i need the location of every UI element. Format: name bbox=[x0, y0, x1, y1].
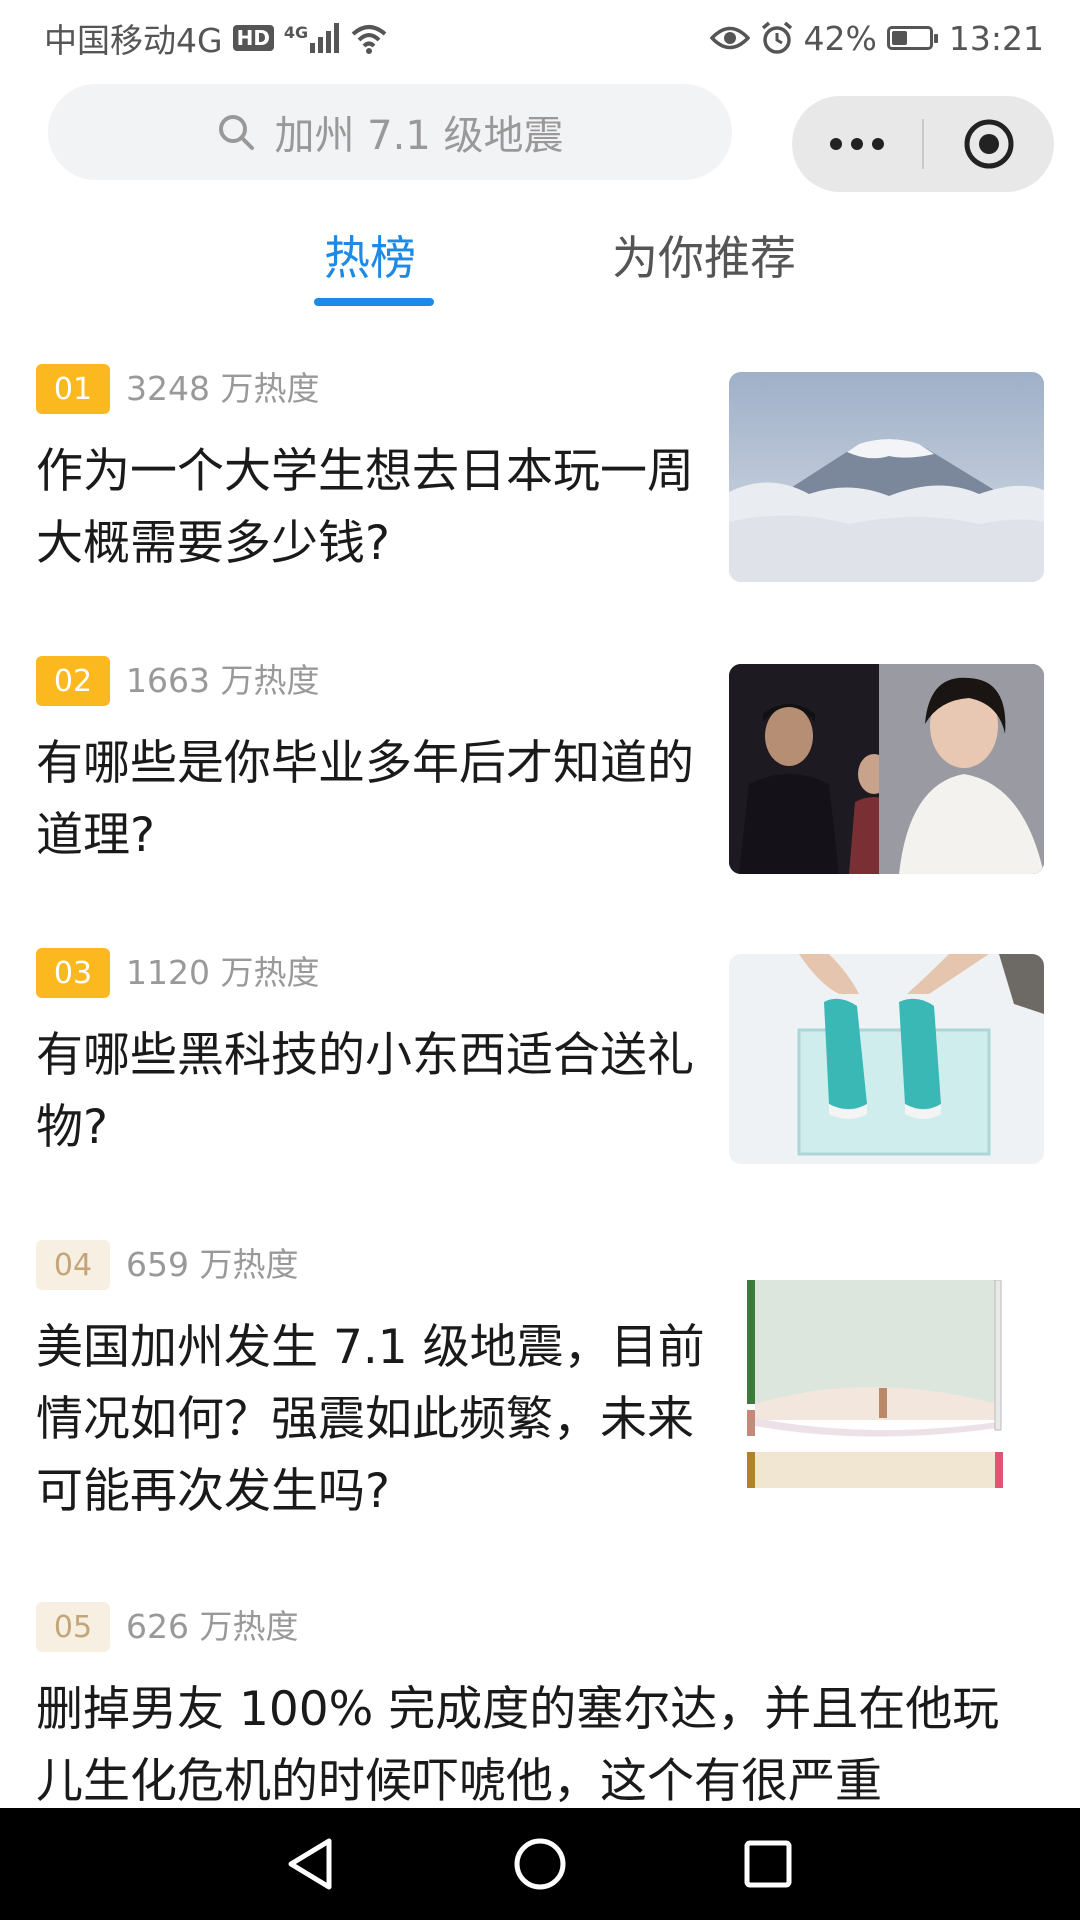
rank-badge: 01 bbox=[36, 364, 110, 414]
item-title: 有哪些黑科技的小东西适合送礼物? bbox=[36, 1028, 694, 1155]
status-left: 中国移动4G HD 4G bbox=[44, 14, 389, 62]
tab-active-indicator bbox=[314, 298, 434, 306]
item-title: 美国加州发生 7.1 级地震，目前情况如何？强震如此频繁，未来可能再次发生吗? bbox=[36, 1320, 705, 1519]
search-input[interactable]: 加州 7.1 级地震 bbox=[48, 84, 732, 180]
heat-count: 659 万热度 bbox=[126, 1245, 299, 1284]
network-label: 4G bbox=[283, 23, 309, 42]
search-placeholder: 加州 7.1 级地震 bbox=[274, 113, 564, 159]
battery-icon bbox=[886, 26, 938, 50]
heat-count: 626 万热度 bbox=[126, 1607, 299, 1646]
heat-count: 1120 万热度 bbox=[126, 953, 320, 992]
alarm-icon bbox=[761, 21, 792, 54]
heat-count: 1663 万热度 bbox=[126, 661, 320, 700]
rank-badge: 03 bbox=[36, 948, 110, 998]
item-title: 删掉男友 100% 完成度的塞尔达，并且在他玩儿生化危机的时候吓唬他，这个有很严… bbox=[36, 1682, 1000, 1809]
heat-count: 3248 万热度 bbox=[126, 369, 320, 408]
battery-percent: 42% bbox=[803, 18, 877, 58]
signal-icon: 4G bbox=[283, 23, 340, 53]
hd-badge: HD bbox=[232, 25, 274, 51]
status-bar: 中国移动4G HD 4G 42% 13:21 bbox=[0, 0, 1080, 76]
tab-recommend[interactable]: 为你推荐 bbox=[612, 222, 796, 288]
status-right: 42% 13:21 bbox=[709, 18, 1044, 58]
clock: 13:21 bbox=[948, 18, 1044, 58]
tab-hot-list[interactable]: 热榜 bbox=[324, 222, 416, 288]
search-icon bbox=[219, 115, 255, 150]
back-triangle-icon[interactable] bbox=[270, 1808, 350, 1920]
item-title: 有哪些是你毕业多年后才知道的道理? bbox=[36, 736, 694, 863]
sneakers-water-image bbox=[729, 954, 1044, 1164]
target-circle-icon[interactable] bbox=[924, 118, 1054, 170]
rank-badge: 05 bbox=[36, 1602, 110, 1652]
more-dots-icon[interactable] bbox=[792, 138, 922, 150]
home-circle-icon[interactable] bbox=[500, 1808, 580, 1920]
sankey-diagram-image bbox=[729, 1280, 1044, 1490]
mount-fuji-image bbox=[729, 372, 1044, 582]
rank-badge: 04 bbox=[36, 1240, 110, 1290]
wifi-icon bbox=[351, 25, 387, 54]
item-title: 作为一个大学生想去日本玩一周大概需要多少钱? bbox=[36, 444, 694, 571]
drama-still-image bbox=[729, 664, 1044, 874]
system-nav-bar bbox=[0, 1808, 1080, 1920]
carrier-label: 中国移动4G bbox=[44, 21, 223, 60]
rank-badge: 02 bbox=[36, 656, 110, 706]
recents-square-icon[interactable] bbox=[728, 1808, 808, 1920]
eye-icon bbox=[709, 26, 750, 50]
miniprogram-capsule bbox=[792, 96, 1054, 192]
